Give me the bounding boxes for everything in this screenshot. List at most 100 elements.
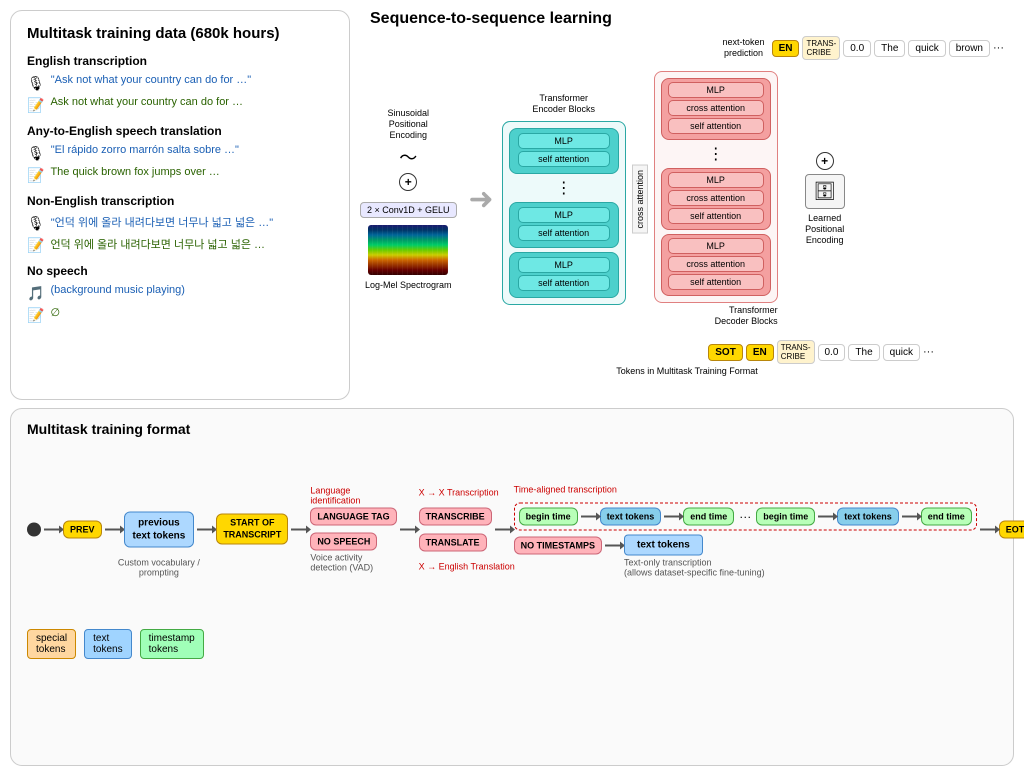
token-quick: quick xyxy=(908,40,945,57)
item-text: ∅ xyxy=(50,306,60,319)
arrow-icon xyxy=(605,544,621,546)
item-text: The quick brown fox jumps over … xyxy=(50,166,219,178)
node-no-speech: NO SPEECH xyxy=(310,533,377,551)
token-num: 0.0 xyxy=(843,40,871,57)
token-en: EN xyxy=(746,344,774,361)
legend-text: texttokens xyxy=(84,629,131,659)
list-item: 📝 ∅ xyxy=(27,306,333,324)
node-text-only: text tokens xyxy=(624,535,703,556)
main-container: Multitask training data (680k hours) Eng… xyxy=(0,0,1024,776)
node-text-tokens-2: text tokens xyxy=(837,508,899,526)
cross-attn-label: cross attention xyxy=(668,190,764,206)
music-icon: 🎵 xyxy=(27,285,44,302)
arrow-icon xyxy=(980,528,996,530)
arrow-icon xyxy=(581,516,597,518)
item-text: "Ask not what your country can do for …" xyxy=(51,74,251,86)
node-end-time: end time xyxy=(683,508,734,526)
top-section: Multitask training data (680k hours) Eng… xyxy=(10,10,1014,400)
token-ellipsis-in: ··· xyxy=(923,346,934,358)
arrow-icon xyxy=(105,528,121,530)
arrow-icon xyxy=(44,528,60,530)
x-to-x-label: X → X Transcription xyxy=(419,487,499,497)
notepad-icon: 📝 xyxy=(27,307,44,324)
arrow-icon xyxy=(291,528,307,530)
custom-vocab-label: Custom vocabulary /prompting xyxy=(118,557,200,577)
right-panel-title: Sequence-to-sequence learning xyxy=(370,10,1014,28)
notepad-icon: 📝 xyxy=(27,97,44,114)
self-attn-label: self attention xyxy=(668,118,764,134)
mic-icon: 🎙 xyxy=(27,215,45,232)
encoder-block: MLP self attention xyxy=(509,202,619,248)
lang-id-label: Languageidentification xyxy=(310,486,360,506)
encoder-label: TransformerEncoder Blocks xyxy=(519,93,609,115)
list-item: 📝 언덕 위에 올라 내려다보면 너무나 넓고 넓은 … xyxy=(27,236,333,254)
token-num-in: 0.0 xyxy=(818,344,846,361)
node-eot: EOT xyxy=(999,520,1024,538)
sine-wave-icon: 〜 xyxy=(399,144,417,170)
arrow-icon xyxy=(664,516,680,518)
ellipsis-icon: ··· xyxy=(739,510,751,524)
mic-icon: 🎙 xyxy=(27,145,45,162)
vad-label: Voice activitydetection (VAD) xyxy=(310,553,373,573)
list-item: 🎙 "El rápido zorro marrón salta sobre …" xyxy=(27,144,333,162)
mlp-label: MLP xyxy=(668,238,764,254)
mlp-label: MLP xyxy=(518,207,610,223)
vdots-icon: ⋮ xyxy=(509,178,619,198)
item-text: "언덕 위에 올라 내려다보면 너무나 넓고 넓은 …" xyxy=(51,214,273,230)
node-begin-time: begin time xyxy=(519,508,578,526)
section-any-english: Any-to-English speech translation xyxy=(27,124,333,138)
node-no-timestamps: NO TIMESTAMPS xyxy=(514,536,602,554)
flow-arrow-right-icon: ➜ xyxy=(469,182,494,217)
cylinder-icon: 🗄 xyxy=(805,174,845,209)
mlp-label: MLP xyxy=(518,257,610,273)
arrow-icon xyxy=(400,528,416,530)
encoder-block: MLP self attention xyxy=(509,128,619,174)
token-the: The xyxy=(874,40,905,57)
notepad-icon: 📝 xyxy=(27,237,44,254)
sinusoidal-label: SinusoidalPositionalEncoding xyxy=(373,108,443,140)
bottom-title: Multitask training format xyxy=(27,421,997,437)
left-panel: Multitask training data (680k hours) Eng… xyxy=(10,10,350,400)
time-aligned-label: Time-aligned transcription xyxy=(514,485,617,495)
token-ellipsis: ··· xyxy=(993,42,1004,54)
next-token-label: next-tokenprediction xyxy=(723,37,765,59)
plus-add-icon: + xyxy=(399,173,417,191)
learned-label: LearnedPositionalEncoding xyxy=(790,213,860,245)
spectrogram-label: Log-Mel Spectrogram xyxy=(365,280,452,290)
self-attn-label: self attention xyxy=(668,274,764,290)
item-text: (background music playing) xyxy=(50,284,185,296)
section-non-english: Non-English transcription xyxy=(27,194,333,208)
section-no-speech: No speech xyxy=(27,264,333,278)
node-prev: PREV xyxy=(63,520,102,538)
self-attn-label: self attention xyxy=(518,225,610,241)
cross-attention-label: cross attention xyxy=(632,165,648,234)
decoder-block: MLP cross attention self attention xyxy=(661,168,771,230)
arrow-icon xyxy=(818,516,834,518)
token-quick-in: quick xyxy=(883,344,920,361)
node-sot-wrap: START OFTRANSCRIPT xyxy=(216,513,288,544)
input-tokens-label: Tokens in Multitask Training Format xyxy=(360,366,1014,376)
legend-special: specialtokens xyxy=(27,629,76,659)
token-transcribe-in: TRANS-CRIBE xyxy=(777,340,815,364)
node-end-time-2: end time xyxy=(921,508,972,526)
list-item: 🎵 (background music playing) xyxy=(27,284,333,302)
decoder-block: MLP cross attention self attention xyxy=(661,78,771,140)
text-only-label: Text-only transcription(allows dataset-s… xyxy=(624,558,765,578)
start-circle xyxy=(27,522,41,536)
cross-attn-label: cross attention xyxy=(668,256,764,272)
legend-timestamp: timestamptokens xyxy=(140,629,204,659)
list-item: 📝 The quick brown fox jumps over … xyxy=(27,166,333,184)
self-attn-label: self attention xyxy=(518,151,610,167)
node-start-of-transcript: START OFTRANSCRIPT xyxy=(216,513,288,544)
token-en: EN xyxy=(772,40,800,57)
list-item: 🎙 "언덕 위에 올라 내려다보면 너무나 넓고 넓은 …" xyxy=(27,214,333,232)
node-begin-time-2: begin time xyxy=(756,508,815,526)
token-the-in: The xyxy=(848,344,879,361)
arrow-icon xyxy=(197,528,213,530)
node-transcribe: TRANSCRIBE xyxy=(419,507,492,525)
item-text: 언덕 위에 올라 내려다보면 너무나 넓고 넓은 … xyxy=(50,236,265,252)
encoder-block: MLP self attention xyxy=(509,252,619,298)
node-prev-tokens-wrap: Custom vocabulary /prompting previoustex… xyxy=(124,511,195,547)
left-panel-title: Multitask training data (680k hours) xyxy=(27,25,333,42)
list-item: 🎙 "Ask not what your country can do for … xyxy=(27,74,333,92)
